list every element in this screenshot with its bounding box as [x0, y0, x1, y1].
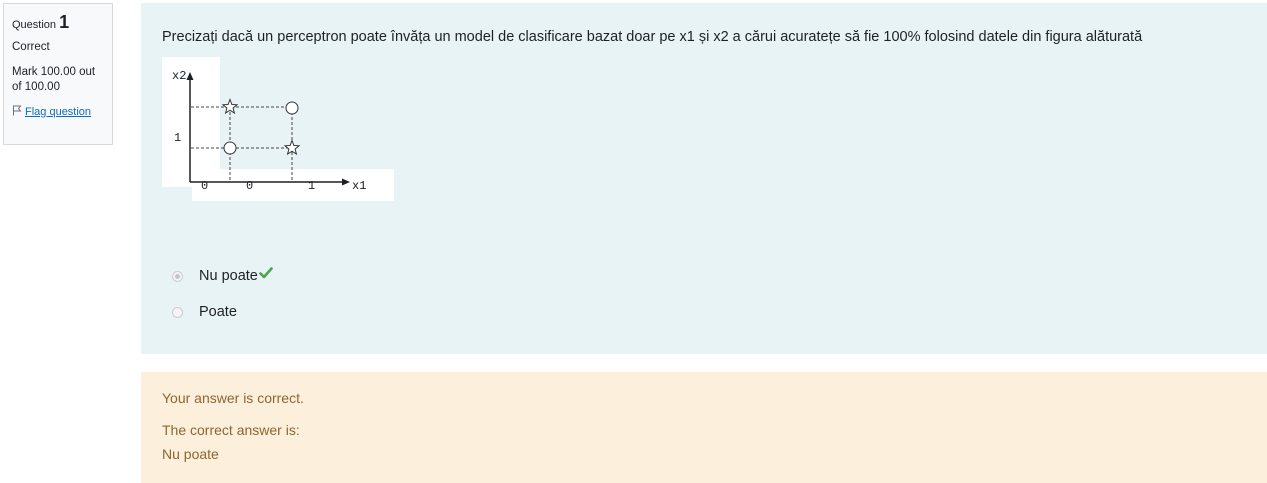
correct-answer-label: The correct answer is: [162, 422, 300, 438]
answer-label[interactable]: Nu poate [199, 268, 258, 284]
flag-icon [13, 105, 22, 116]
circle-point [285, 101, 299, 115]
correct-answer-value: Nu poate [162, 446, 219, 462]
question-number-line: Question 1 [12, 10, 104, 34]
y-tick-label: 1 [174, 131, 181, 145]
x-tick-label: 0 [201, 179, 208, 193]
x-axis-label: x1 [352, 179, 366, 193]
answer-label[interactable]: Poate [199, 304, 237, 320]
circle-point [223, 141, 237, 155]
answer-option-poate[interactable]: Poate [172, 301, 273, 323]
star-point [283, 139, 301, 156]
question-state: Correct [12, 41, 50, 54]
y-axis-label: x2 [172, 69, 186, 83]
answer-radio-poate[interactable] [172, 306, 183, 318]
star-point [221, 98, 239, 115]
flag-question-label[interactable]: Flag question [25, 106, 91, 118]
question-formulation: Precizați dacă un perceptron poate învăț… [141, 3, 1267, 354]
x-tick-label: 0 [246, 179, 253, 193]
question-number: 1 [59, 12, 70, 32]
question-info-panel: Question 1 Correct Mark 100.00 out of 10… [3, 3, 113, 145]
answer-options: Nu poate Poate [172, 265, 273, 337]
feedback-status: Your answer is correct. [162, 390, 304, 406]
question-text: Precizați dacă un perceptron poate învăț… [162, 29, 1143, 45]
flag-question-link[interactable]: Flag question [12, 105, 104, 120]
feedback-panel: Your answer is correct. The correct answ… [141, 372, 1267, 483]
answer-radio-nu-poate[interactable] [172, 270, 183, 282]
perceptron-data-figure: x2 1 0 0 1 x1 [162, 57, 394, 201]
question-grade: Mark 100.00 out of 100.00 [12, 65, 96, 94]
correct-check-icon [259, 267, 273, 279]
x-tick-label: 1 [308, 179, 315, 193]
answer-option-nu-poate[interactable]: Nu poate [172, 265, 273, 287]
question-label: Question [12, 19, 57, 31]
